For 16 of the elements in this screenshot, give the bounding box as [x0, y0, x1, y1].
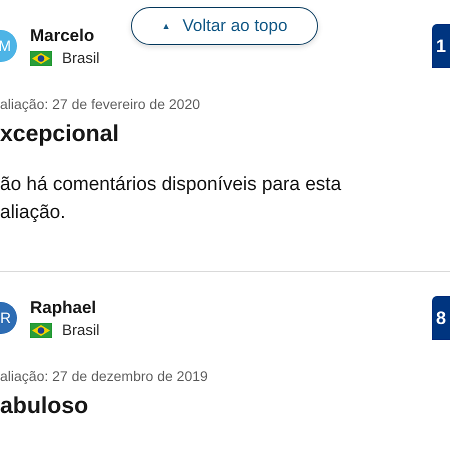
avatar: R	[0, 302, 17, 334]
review-date: aliação: 27 de dezembro de 2019	[0, 368, 209, 384]
review-title: abuloso	[0, 392, 90, 419]
country-name: Brasil	[62, 50, 100, 66]
country-name: Brasil	[62, 322, 100, 338]
score-badge: 8	[432, 296, 450, 340]
review-text: ão há comentários disponíveis para esta aliação.	[0, 173, 342, 225]
avatar: M	[0, 30, 17, 62]
back-to-top-button[interactable]: ▲ Voltar ao topo	[131, 7, 318, 45]
review-title: xcepcional	[0, 120, 120, 147]
flag-icon	[30, 50, 52, 66]
score-badge: 1	[432, 24, 450, 68]
reviewer-name: Raphael	[30, 298, 96, 318]
flag-icon	[30, 322, 52, 338]
reviewer-name: Marcelo	[30, 26, 94, 46]
review-date: aliação: 27 de fevereiro de 2020	[0, 96, 202, 112]
